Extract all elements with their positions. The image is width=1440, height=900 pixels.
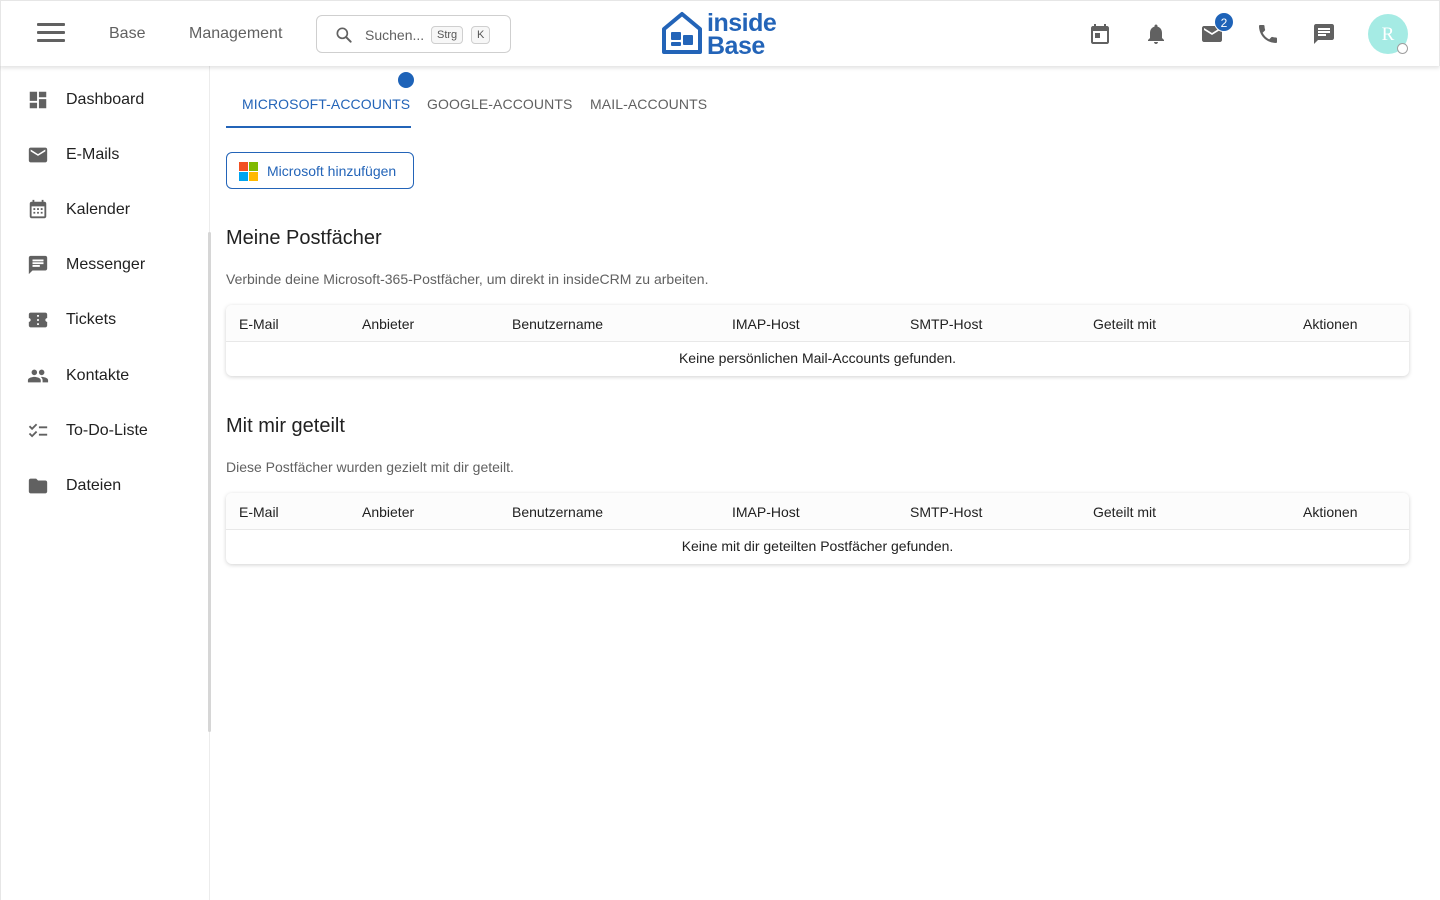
column-header-provider[interactable]: Anbieter bbox=[362, 316, 414, 332]
column-header-shared-with[interactable]: Geteilt mit bbox=[1093, 316, 1156, 332]
my-mailboxes-table: E-Mail Anbieter Benutzername IMAP-Host S… bbox=[226, 305, 1409, 376]
sidebar-item-dashboard[interactable]: Dashboard bbox=[1, 79, 209, 123]
sidebar-item-dateien[interactable]: Dateien bbox=[1, 465, 209, 509]
sidebar-item-label: Dateien bbox=[66, 477, 122, 494]
add-microsoft-label: Microsoft hinzufügen bbox=[267, 163, 397, 179]
nav-link-base[interactable]: Base bbox=[109, 25, 145, 43]
calendar-icon[interactable] bbox=[1088, 22, 1112, 46]
ticket-icon bbox=[28, 312, 48, 328]
shortcut-key-strg: Strg bbox=[431, 26, 464, 44]
top-app-bar: Base Management Suchen... Strg K inside … bbox=[0, 0, 1440, 66]
sidebar-item-tickets[interactable]: Tickets bbox=[1, 299, 209, 343]
dashboard-icon bbox=[29, 91, 47, 109]
section-title-shared-with-me: Mit mir geteilt bbox=[226, 415, 345, 437]
status-indicator bbox=[1397, 43, 1408, 54]
sidebar-item-kontakte[interactable]: Kontakte bbox=[1, 355, 209, 399]
sidebar-item-emails[interactable]: E-Mails bbox=[1, 134, 209, 178]
sidebar-item-label: Tickets bbox=[66, 311, 117, 328]
bell-icon[interactable] bbox=[1144, 22, 1168, 46]
sidebar-item-todo[interactable]: To-Do-Liste bbox=[1, 410, 209, 454]
sidebar-item-messenger[interactable]: Messenger bbox=[1, 244, 209, 288]
sidebar-item-label: E-Mails bbox=[66, 146, 120, 163]
search-placeholder: Suchen... bbox=[365, 27, 425, 43]
logo-text-base: Base bbox=[707, 32, 765, 60]
sidebar-item-label: Dashboard bbox=[66, 91, 145, 108]
column-header-username[interactable]: Benutzername bbox=[512, 504, 603, 520]
column-header-provider[interactable]: Anbieter bbox=[362, 504, 414, 520]
empty-state-row: Keine persönlichen Mail-Accounts gefunde… bbox=[678, 350, 957, 366]
column-header-username[interactable]: Benutzername bbox=[512, 316, 603, 332]
tab-microsoft-accounts[interactable]: Microsoft-Accounts bbox=[242, 96, 410, 112]
section-description: Diese Postfächer wurden gezielt mit dir … bbox=[226, 459, 514, 475]
search-icon bbox=[336, 27, 352, 43]
search-box[interactable]: Suchen... Strg K bbox=[316, 15, 511, 53]
section-description: Verbinde deine Microsoft-365-Postfächer,… bbox=[226, 271, 709, 287]
column-header-email[interactable]: E-Mail bbox=[239, 504, 279, 520]
menu-icon[interactable] bbox=[37, 23, 65, 45]
column-header-imap-host[interactable]: IMAP-Host bbox=[732, 316, 800, 332]
add-microsoft-button[interactable]: Microsoft hinzufügen bbox=[226, 152, 414, 189]
sidebar: Dashboard E-Mails Kalender Messenger Tic… bbox=[0, 66, 210, 900]
chat-icon[interactable] bbox=[1312, 22, 1336, 46]
sidebar-item-kalender[interactable]: Kalender bbox=[1, 189, 209, 233]
tab-badge bbox=[396, 70, 416, 90]
mail-badge: 2 bbox=[1214, 12, 1234, 32]
table-header: E-Mail Anbieter Benutzername IMAP-Host S… bbox=[226, 493, 1409, 530]
sidebar-item-label: To-Do-Liste bbox=[66, 422, 148, 439]
sidebar-scrollbar[interactable] bbox=[208, 232, 211, 732]
microsoft-logo-icon bbox=[239, 162, 258, 181]
column-header-smtp-host[interactable]: SMTP-Host bbox=[910, 504, 982, 520]
people-icon bbox=[27, 369, 49, 383]
column-header-actions: Aktionen bbox=[1303, 504, 1358, 520]
sidebar-item-label: Kontakte bbox=[66, 367, 130, 384]
house-logo-icon bbox=[662, 12, 702, 54]
column-header-email[interactable]: E-Mail bbox=[239, 316, 279, 332]
shortcut-key-k: K bbox=[471, 26, 491, 44]
column-header-imap-host[interactable]: IMAP-Host bbox=[732, 504, 800, 520]
sidebar-item-label: Kalender bbox=[66, 201, 131, 218]
calendar-icon bbox=[29, 199, 47, 219]
sidebar-item-label: Messenger bbox=[66, 256, 146, 273]
checklist-icon bbox=[28, 423, 48, 438]
active-tab-indicator bbox=[226, 126, 411, 128]
folder-icon bbox=[28, 478, 48, 494]
tab-google-accounts[interactable]: Google-Accounts bbox=[427, 96, 572, 112]
empty-state-row: Keine mit dir geteilten Postfächer gefun… bbox=[681, 538, 954, 554]
phone-icon[interactable] bbox=[1256, 22, 1280, 46]
nav-link-management[interactable]: Management bbox=[189, 25, 282, 43]
column-header-actions: Aktionen bbox=[1303, 316, 1358, 332]
shared-mailboxes-table: E-Mail Anbieter Benutzername IMAP-Host S… bbox=[226, 493, 1409, 564]
logo[interactable]: inside Base bbox=[661, 9, 786, 59]
column-header-shared-with[interactable]: Geteilt mit bbox=[1093, 504, 1156, 520]
table-header: E-Mail Anbieter Benutzername IMAP-Host S… bbox=[226, 305, 1409, 342]
mail-icon bbox=[28, 147, 48, 163]
column-header-smtp-host[interactable]: SMTP-Host bbox=[910, 316, 982, 332]
section-title-my-mailboxes: Meine Postfächer bbox=[226, 227, 382, 249]
message-icon bbox=[28, 255, 48, 275]
tab-mail-accounts[interactable]: Mail-Accounts bbox=[590, 96, 707, 112]
